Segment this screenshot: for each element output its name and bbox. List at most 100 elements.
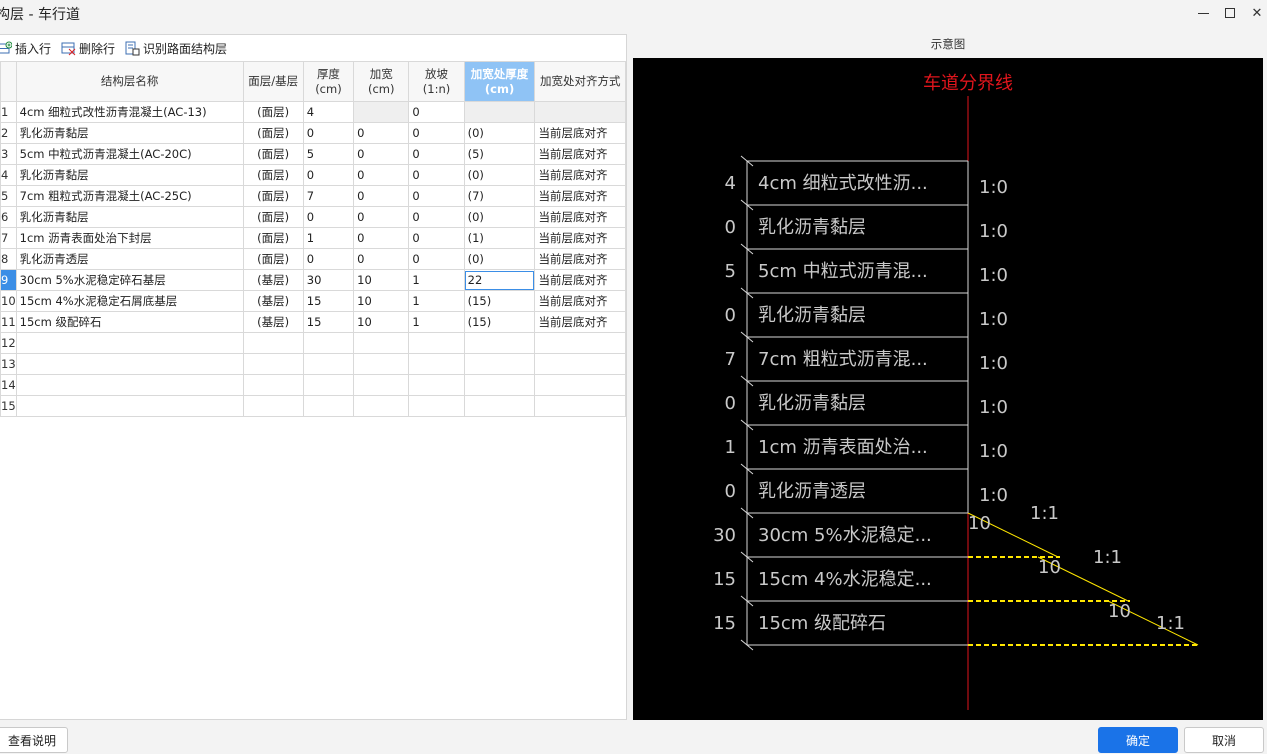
cell-slope[interactable]: 1 (408, 290, 465, 312)
cell-thickness[interactable]: 0 (302, 206, 355, 228)
table-row[interactable]: 3 5cm 中粒式沥青混凝土(AC-20C) (面层) 5 0 0 (5) 当前层底对齐 (0, 143, 626, 165)
cell-widen[interactable]: 10 (353, 311, 410, 333)
cell-align[interactable]: 当前层底对齐 (534, 164, 626, 186)
cell-type[interactable]: (面层) (242, 143, 304, 165)
cell-widen-thickness[interactable]: 22 (463, 269, 536, 291)
cell-name[interactable]: 7cm 粗粒式沥青混凝土(AC-25C) (15, 185, 244, 207)
cell-thickness[interactable]: 15 (302, 311, 355, 333)
cell-name[interactable] (15, 374, 244, 396)
table-row[interactable]: 1 4cm 细粒式改性沥青混凝土(AC-13) (面层) 4 0 (0, 101, 626, 123)
cell-thickness[interactable] (302, 353, 355, 375)
cell-thickness[interactable]: 30 (302, 269, 355, 291)
cell-widen[interactable]: 0 (353, 122, 410, 144)
cell-widen-thickness[interactable] (463, 395, 536, 417)
table-row[interactable]: 12 (0, 332, 626, 354)
cell-widen[interactable]: 0 (353, 248, 410, 270)
row-index[interactable]: 8 (0, 248, 17, 270)
cell-type[interactable]: (基层) (242, 269, 304, 291)
cell-name[interactable]: 1cm 沥青表面处治下封层 (15, 227, 244, 249)
row-index[interactable]: 9 (0, 269, 17, 291)
cell-widen-thickness[interactable] (463, 374, 536, 396)
table-row[interactable]: 4 乳化沥青黏层 (面层) 0 0 0 (0) 当前层底对齐 (0, 164, 626, 186)
cell-thickness[interactable]: 15 (302, 290, 355, 312)
cell-widen[interactable]: 0 (353, 164, 410, 186)
cell-align[interactable] (534, 395, 626, 417)
header-widen[interactable]: 加宽 (cm) (353, 61, 410, 102)
row-index[interactable]: 4 (0, 164, 17, 186)
cell-thickness[interactable] (302, 332, 355, 354)
cell-align[interactable] (534, 374, 626, 396)
cell-widen[interactable]: 0 (353, 206, 410, 228)
cell-widen[interactable]: 10 (353, 290, 410, 312)
cell-align[interactable] (534, 353, 626, 375)
cell-align[interactable]: 当前层底对齐 (534, 290, 626, 312)
cell-name[interactable]: 15cm 级配碎石 (15, 311, 244, 333)
cell-thickness[interactable]: 0 (302, 164, 355, 186)
cell-align[interactable]: 当前层底对齐 (534, 185, 626, 207)
cell-name[interactable]: 30cm 5%水泥稳定碎石基层 (15, 269, 244, 291)
cell-widen-thickness[interactable]: (5) (463, 143, 536, 165)
row-index[interactable]: 6 (0, 206, 17, 228)
header-thickness[interactable]: 厚度 (cm) (302, 61, 355, 102)
row-index[interactable]: 13 (0, 353, 17, 375)
cell-widen-thickness[interactable]: (1) (463, 227, 536, 249)
cell-widen[interactable]: 0 (353, 227, 410, 249)
cell-align[interactable]: 当前层底对齐 (534, 227, 626, 249)
cell-type[interactable]: (面层) (242, 185, 304, 207)
cell-thickness[interactable] (302, 395, 355, 417)
cell-widen-thickness[interactable] (463, 353, 536, 375)
ok-button[interactable]: 确定 (1098, 727, 1178, 753)
cell-slope[interactable] (408, 374, 465, 396)
header-align[interactable]: 加宽处对齐方式 (534, 61, 626, 102)
cell-slope[interactable]: 0 (408, 143, 465, 165)
row-index[interactable]: 11 (0, 311, 17, 333)
cell-slope[interactable]: 0 (408, 227, 465, 249)
cell-align[interactable]: 当前层底对齐 (534, 248, 626, 270)
header-widen-thickness[interactable]: 加宽处厚度 (cm) (463, 61, 536, 102)
table-row[interactable]: 10 15cm 4%水泥稳定石屑底基层 (基层) 15 10 1 (15) 当前层底对齐 (0, 290, 626, 312)
cell-name[interactable] (15, 353, 244, 375)
cell-widen-thickness[interactable]: (15) (463, 311, 536, 333)
cell-align[interactable]: 当前层底对齐 (534, 311, 626, 333)
cell-type[interactable]: (基层) (242, 311, 304, 333)
cell-slope[interactable] (408, 353, 465, 375)
row-index[interactable]: 14 (0, 374, 17, 396)
cell-widen-thickness[interactable]: (0) (463, 122, 536, 144)
cell-name[interactable]: 4cm 细粒式改性沥青混凝土(AC-13) (15, 101, 244, 123)
cell-name[interactable]: 15cm 4%水泥稳定石屑底基层 (15, 290, 244, 312)
cell-align[interactable]: 当前层底对齐 (534, 122, 626, 144)
row-index[interactable]: 5 (0, 185, 17, 207)
cell-widen[interactable] (353, 374, 410, 396)
cell-widen-thickness[interactable]: (15) (463, 290, 536, 312)
cell-slope[interactable]: 0 (408, 206, 465, 228)
cell-type[interactable] (242, 374, 304, 396)
table-row[interactable]: 5 7cm 粗粒式沥青混凝土(AC-25C) (面层) 7 0 0 (7) 当前层底对齐 (0, 185, 626, 207)
cell-align[interactable]: 当前层底对齐 (534, 206, 626, 228)
cell-widen-thickness[interactable]: (0) (463, 248, 536, 270)
cell-type[interactable] (242, 332, 304, 354)
cell-slope[interactable]: 1 (408, 311, 465, 333)
table-row[interactable]: 11 15cm 级配碎石 (基层) 15 10 1 (15) 当前层底对齐 (0, 311, 626, 333)
table-row[interactable]: 7 1cm 沥青表面处治下封层 (面层) 1 0 0 (1) 当前层底对齐 (0, 227, 626, 249)
row-index[interactable]: 12 (0, 332, 17, 354)
cell-slope[interactable]: 0 (408, 185, 465, 207)
cell-widen[interactable]: 0 (353, 143, 410, 165)
cell-align[interactable]: 当前层底对齐 (534, 143, 626, 165)
cell-widen-thickness[interactable]: (7) (463, 185, 536, 207)
cancel-button[interactable]: 取消 (1184, 727, 1264, 753)
cell-type[interactable]: (面层) (242, 248, 304, 270)
table-row[interactable]: 2 乳化沥青黏层 (面层) 0 0 0 (0) 当前层底对齐 (0, 122, 626, 144)
cell-name[interactable]: 乳化沥青黏层 (15, 164, 244, 186)
cell-slope[interactable]: 0 (408, 122, 465, 144)
cell-thickness[interactable]: 5 (302, 143, 355, 165)
cell-name[interactable]: 乳化沥青透层 (15, 248, 244, 270)
cell-widen[interactable] (353, 332, 410, 354)
cell-widen[interactable]: 0 (353, 185, 410, 207)
header-slope[interactable]: 放坡 (1:n) (408, 61, 465, 102)
insert-row-button[interactable]: 插入行 (0, 37, 51, 59)
cell-widen[interactable] (353, 101, 410, 123)
table-row[interactable]: 9 30cm 5%水泥稳定碎石基层 (基层) 30 10 1 22 当前层底对齐 (0, 269, 626, 291)
cell-widen-thickness[interactable] (463, 101, 536, 123)
cell-slope[interactable]: 1 (408, 269, 465, 291)
cell-name[interactable] (15, 395, 244, 417)
